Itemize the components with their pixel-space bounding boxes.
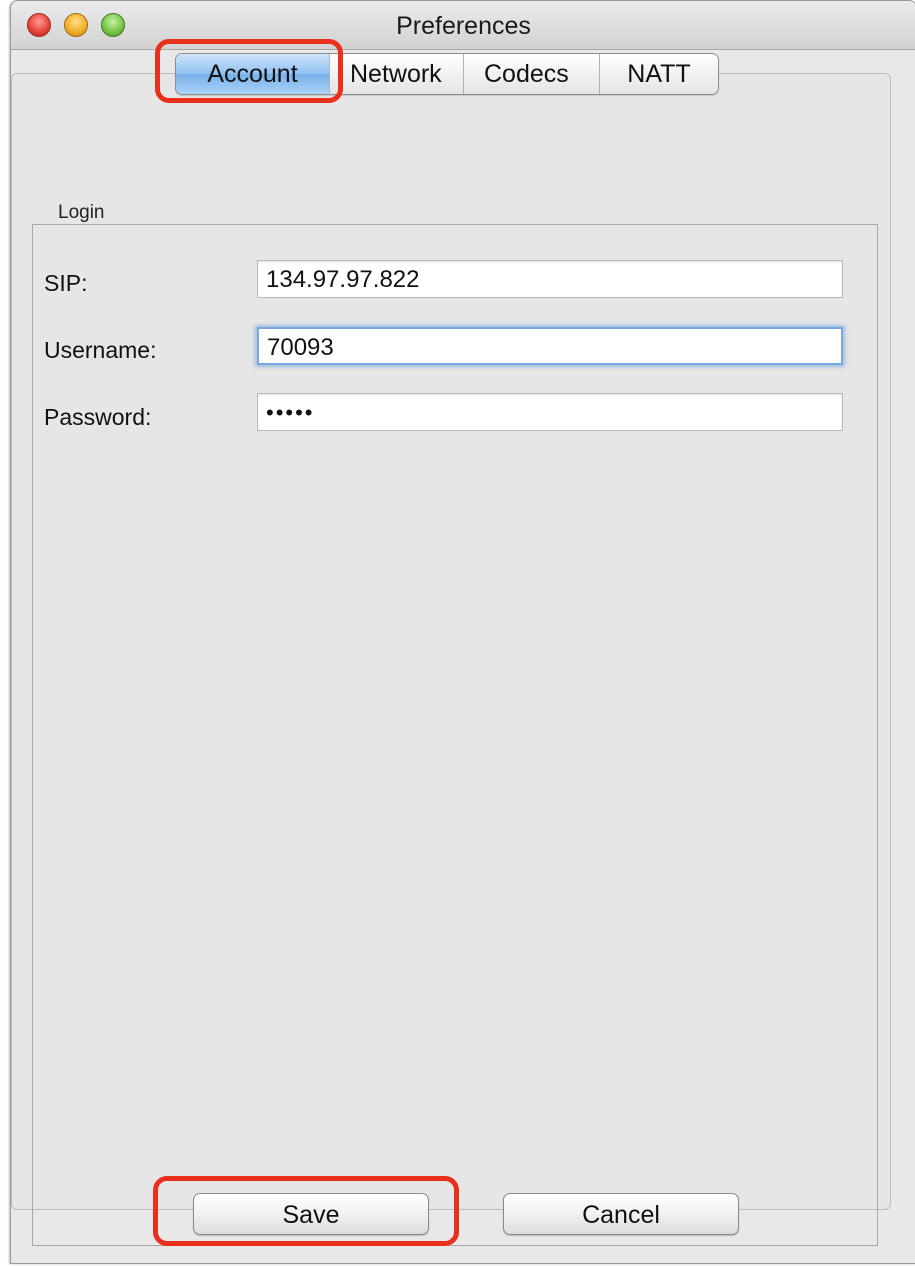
sip-label: SIP:	[44, 270, 88, 296]
cancel-button[interactable]: Cancel	[503, 1193, 739, 1235]
account-tab-highlight	[155, 39, 343, 103]
password-label: Password:	[44, 404, 152, 430]
tab-codecs[interactable]: Codecs	[464, 54, 600, 94]
tab-panel: Login SIP: 134.97.97.822 Username: 70093…	[11, 73, 891, 1246]
login-legend: Login	[52, 202, 111, 224]
window-title: Preferences	[396, 12, 531, 40]
tab-natt[interactable]: NATT	[600, 54, 718, 94]
username-field[interactable]: 70093	[257, 327, 843, 365]
title-bar[interactable]: Preferences	[11, 1, 915, 50]
tab-network[interactable]: Network	[330, 54, 464, 94]
save-button-highlight	[153, 1176, 459, 1246]
sip-field[interactable]: 134.97.97.822	[257, 260, 843, 298]
preferences-window: Preferences Login SIP: 134.97.97.822 Use…	[10, 0, 915, 1264]
login-group	[32, 224, 878, 1246]
username-label: Username:	[44, 337, 157, 363]
password-field[interactable]: •••••	[257, 393, 843, 431]
